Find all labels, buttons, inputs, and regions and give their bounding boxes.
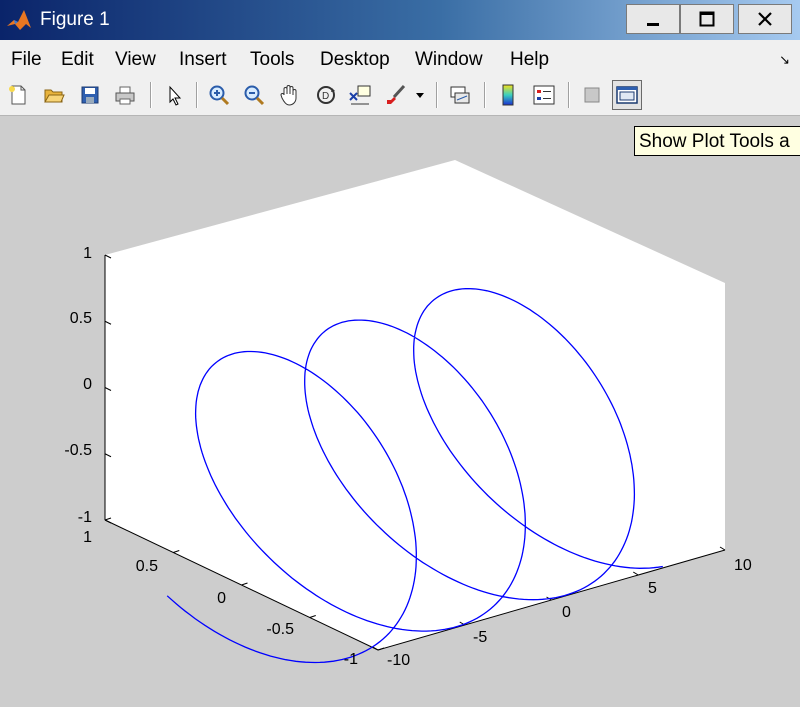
z-tick-label: -1 (78, 509, 92, 526)
y-tick-label: 0 (217, 590, 226, 607)
figure-canvas: 1 0.5 0 -0.5 -1 1 0.5 0 -0.5 -1 -10 -5 0… (64, 160, 752, 669)
menu-edit[interactable]: Edit (61, 49, 94, 71)
x-tick-label: 0 (562, 604, 571, 621)
toolbar-separator (484, 82, 486, 108)
x-tick-label: -5 (473, 629, 487, 646)
open-file-icon[interactable] (40, 81, 68, 109)
new-figure-icon[interactable] (4, 81, 32, 109)
y-tick-label: 1 (83, 529, 92, 546)
menu-insert[interactable]: Insert (179, 49, 227, 71)
colorbar-icon[interactable] (494, 81, 522, 109)
toolbar-separator (150, 82, 152, 108)
toolbar-separator (436, 82, 438, 108)
show-plot-tools-icon[interactable] (612, 80, 642, 110)
y-tick-label: -0.5 (266, 621, 294, 638)
title-bar: Figure 1 (0, 0, 800, 40)
x-tick-label: -10 (387, 652, 410, 669)
y-tick-label: -1 (344, 651, 358, 668)
toolbar-separator (196, 82, 198, 108)
data-cursor-icon[interactable] (346, 81, 374, 109)
select-arrow-icon[interactable] (160, 81, 188, 109)
print-icon[interactable] (111, 81, 139, 109)
minimize-icon (647, 23, 659, 26)
pan-hand-icon[interactable] (276, 81, 304, 109)
menu-bar: File Edit View Insert Tools Desktop Wind… (0, 40, 800, 76)
window-title: Figure 1 (40, 9, 110, 30)
menu-window[interactable]: Window (415, 49, 483, 71)
x-tick-label: 5 (648, 580, 657, 597)
legend-icon[interactable] (530, 81, 558, 109)
tooltip: Show Plot Tools a (634, 126, 800, 156)
toolbar: D (0, 76, 800, 116)
x-tick-label: 10 (734, 557, 752, 574)
rotate-3d-icon[interactable]: D (312, 81, 340, 109)
z-tick-label: 0.5 (70, 310, 92, 327)
menu-file[interactable]: File (11, 49, 42, 71)
maximize-button[interactable] (680, 4, 734, 34)
toolbar-separator (568, 82, 570, 108)
link-plot-icon[interactable] (446, 81, 474, 109)
close-icon (758, 12, 772, 26)
z-tick-label: 0 (83, 376, 92, 393)
close-button[interactable] (738, 4, 792, 34)
matlab-logo-icon (7, 10, 31, 30)
save-icon[interactable] (76, 81, 104, 109)
minimize-button[interactable] (626, 4, 680, 34)
dock-arrow-icon[interactable]: ↘ (779, 52, 790, 68)
brush-icon[interactable] (382, 81, 410, 109)
y-tick-label: 0.5 (136, 558, 158, 575)
menu-help[interactable]: Help (510, 49, 549, 71)
svg-text:D: D (322, 91, 329, 102)
z-tick-label: -0.5 (64, 442, 92, 459)
zoom-in-icon[interactable] (205, 81, 233, 109)
zoom-out-icon[interactable] (240, 81, 268, 109)
brush-dropdown-icon[interactable] (412, 81, 428, 109)
menu-desktop[interactable]: Desktop (320, 49, 390, 71)
menu-tools[interactable]: Tools (250, 49, 294, 71)
menu-view[interactable]: View (115, 49, 156, 71)
maximize-icon (699, 11, 715, 27)
z-tick-label: 1 (83, 245, 92, 262)
hide-plot-tools-icon[interactable] (578, 81, 606, 109)
